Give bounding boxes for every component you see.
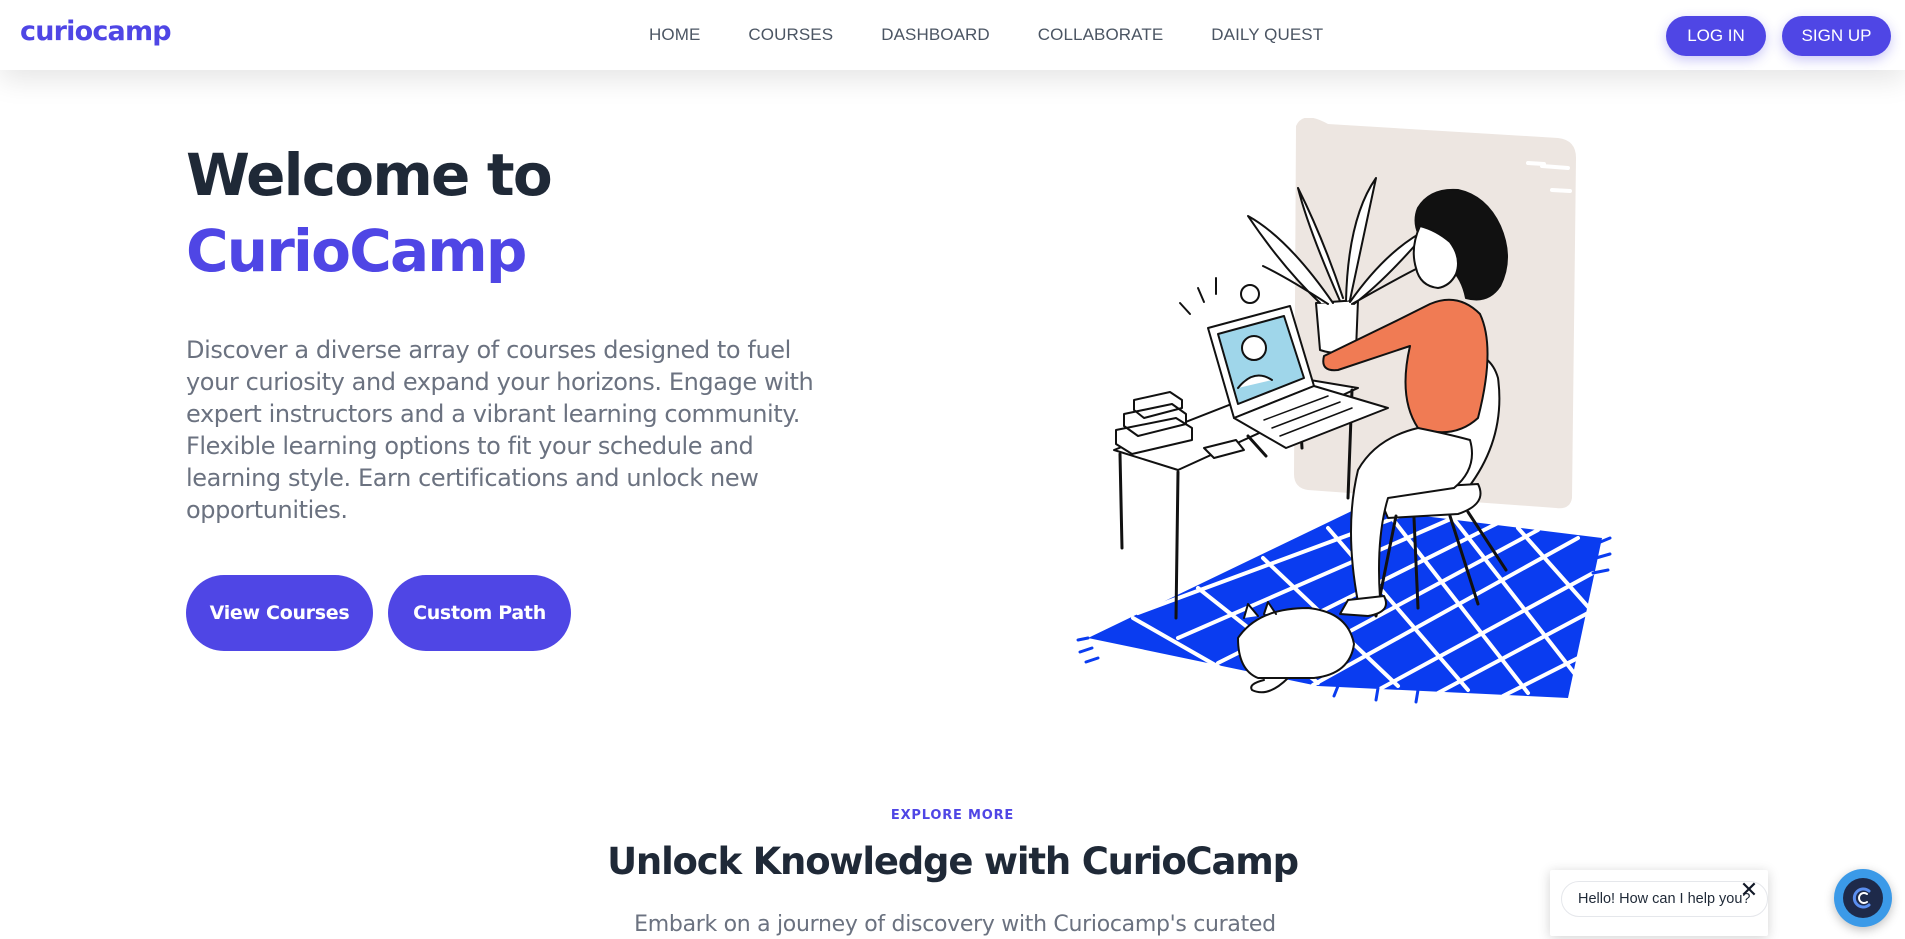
chatbot-glyph-icon (1852, 887, 1871, 909)
hero-description: Discover a diverse array of courses desi… (186, 336, 814, 524)
site-logo[interactable]: curiocamp (20, 16, 172, 47)
video-person-head (1241, 335, 1267, 361)
nav-item-home[interactable]: HOME (649, 25, 700, 45)
hero-illustration (1076, 118, 1612, 704)
chatbot-logo-icon (1843, 878, 1883, 918)
chat-popup: Hello! How can I help you? ✕ (1550, 870, 1768, 936)
explore-eyebrow: EXPLORE MORE (890, 808, 1015, 823)
nav-item-collaborate[interactable]: COLLABORATE (1038, 25, 1164, 45)
signup-button[interactable]: SIGN UP (1782, 16, 1891, 56)
hero-title: Welcome to CurioCamp (186, 137, 553, 289)
login-button[interactable]: LOG IN (1666, 16, 1766, 56)
main-nav: HOME COURSES DASHBOARD COLLABORATE DAILY… (649, 25, 1323, 45)
hero-title-brand: CurioCamp (186, 217, 527, 285)
site-header: curiocamp HOME COURSES DASHBOARD COLLABO… (0, 0, 1905, 70)
view-courses-button[interactable]: View Courses (186, 575, 373, 651)
nav-item-courses[interactable]: COURSES (748, 25, 833, 45)
nav-item-daily-quest[interactable]: DAILY QUEST (1211, 25, 1323, 45)
chat-launcher-button[interactable] (1834, 869, 1892, 927)
notification-lines (1179, 277, 1217, 315)
custom-path-button[interactable]: Custom Path (388, 575, 571, 651)
chat-greeting[interactable]: Hello! How can I help you? (1561, 881, 1768, 917)
pen (1246, 434, 1268, 458)
hero-title-line1: Welcome to (186, 141, 553, 209)
webcam (1240, 284, 1260, 304)
nav-item-dashboard[interactable]: DASHBOARD (881, 25, 990, 45)
close-icon[interactable]: ✕ (1738, 880, 1760, 902)
